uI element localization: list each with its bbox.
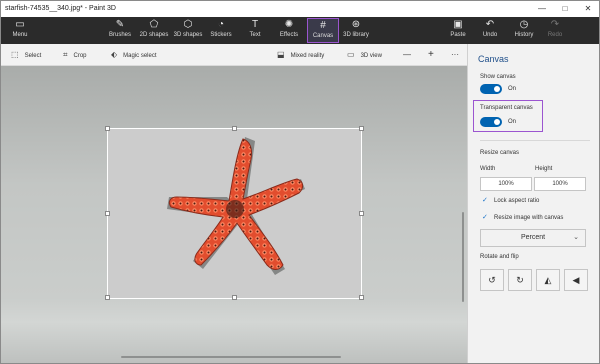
show-canvas-state: On [508, 86, 517, 92]
view3d-button[interactable]: ▭ 3D view [347, 48, 382, 62]
folder-icon: ▭ [15, 19, 25, 30]
resize-canvas-label: Resize canvas [480, 150, 520, 156]
horizontal-scrollbar[interactable] [121, 356, 341, 358]
undo-button[interactable]: ↶ Undo [479, 18, 501, 43]
resize-with-canvas-label: Resize image with canvas [494, 215, 564, 221]
transparent-canvas-toggle[interactable] [480, 117, 502, 127]
text-tab[interactable]: T Text [243, 18, 267, 43]
mixed-reality-icon: ⬓ [277, 50, 285, 59]
panel-title: Canvas [478, 54, 509, 64]
title-bar: starfish-74535__340.jpg* - Paint 3D — □ … [1, 1, 599, 17]
canvas-tab[interactable]: # Canvas [307, 18, 339, 43]
effects-tab[interactable]: ✺ Effects [276, 18, 302, 43]
transparent-canvas-label: Transparent canvas [480, 105, 533, 111]
close-button[interactable]: ✕ [577, 2, 599, 16]
brushes-tab[interactable]: ✎ Brushes [107, 18, 133, 43]
width-label: Width [480, 166, 496, 172]
transparent-canvas-state: On [508, 119, 517, 125]
brush-icon: ✎ [115, 19, 125, 30]
flip-horizontal-button[interactable]: ◀ [564, 269, 588, 291]
rotate-left-icon: ↺ [488, 275, 496, 285]
canvas-selection[interactable] [105, 126, 364, 300]
lock-aspect-checkbox[interactable]: ✓ [482, 196, 488, 204]
toggle-knob [494, 119, 500, 125]
lock-aspect-label: Lock aspect ratio [494, 198, 540, 204]
sticker-icon: ◔ [217, 19, 225, 30]
resize-handle-left[interactable] [105, 211, 110, 216]
sun-icon: ✺ [284, 19, 294, 30]
redo-button[interactable]: ↷ Redo [544, 18, 566, 43]
resize-handle-bottom-right[interactable] [359, 295, 364, 300]
crop-icon: ⌗ [63, 50, 68, 59]
resize-handle-top-right[interactable] [359, 126, 364, 131]
zoom-out-button[interactable]: — [403, 48, 411, 62]
flip-horizontal-icon: ◀ [572, 275, 580, 285]
cube-icon: ⬡ [183, 19, 193, 30]
undo-icon: ↶ [485, 19, 495, 30]
shapes3d-tab[interactable]: ⬡ 3D shapes [172, 18, 204, 43]
flip-vertical-button[interactable]: ◭ [536, 269, 560, 291]
maximize-button[interactable]: □ [554, 2, 576, 16]
starfish-graphic [167, 137, 305, 275]
toggle-knob [494, 86, 500, 92]
starfish-image [108, 129, 361, 298]
unit-dropdown[interactable]: Percent ⌄ [480, 229, 586, 247]
resize-handle-top-left[interactable] [105, 126, 110, 131]
mixed-reality-button[interactable]: ⬓ Mixed reality [277, 48, 324, 62]
clock-icon: ◷ [519, 19, 529, 30]
view3d-icon: ▭ [347, 50, 355, 59]
shapes2d-icon: ⬠ [149, 19, 159, 30]
cursor-icon: ⬚ [11, 50, 19, 59]
resize-handle-bottom[interactable] [232, 295, 237, 300]
paste-icon: ▣ [453, 19, 463, 30]
divider [480, 140, 590, 141]
show-canvas-label: Show canvas [480, 74, 516, 80]
chevron-down-icon: ⌄ [573, 234, 579, 241]
select-tool[interactable]: ⬚ Select [11, 48, 41, 62]
paste-button[interactable]: ▣ Paste [447, 18, 469, 43]
height-label: Height [535, 166, 553, 172]
library3d-tab[interactable]: ⊛ 3D library [341, 18, 371, 43]
show-canvas-toggle[interactable] [480, 84, 502, 94]
magic-select-tool[interactable]: ⬖ Magic select [111, 48, 157, 62]
width-field[interactable]: 100% [480, 177, 532, 191]
rotate-right-button[interactable]: ↻ [508, 269, 532, 291]
stickers-tab[interactable]: ◔ Stickers [207, 18, 235, 43]
redo-icon: ↷ [550, 19, 560, 30]
height-field[interactable]: 100% [534, 177, 586, 191]
menu-button[interactable]: ▭ Menu [7, 18, 33, 43]
resize-handle-right[interactable] [359, 211, 364, 216]
crop-tool[interactable]: ⌗ Crop [63, 48, 87, 62]
window-title: starfish-74535__340.jpg* - Paint 3D [5, 5, 116, 12]
rotate-right-icon: ↻ [516, 275, 524, 285]
canvas-icon: # [320, 20, 326, 31]
library-icon: ⊛ [351, 19, 361, 30]
canvas-side-panel: Canvas Show canvas On Transparent canvas… [467, 44, 599, 363]
resize-handle-bottom-left[interactable] [105, 295, 110, 300]
flip-vertical-icon: ◭ [544, 275, 552, 285]
vertical-scrollbar[interactable] [462, 212, 464, 302]
zoom-in-button[interactable]: + [428, 48, 434, 62]
history-button[interactable]: ◷ History [511, 18, 537, 43]
text-icon: T [251, 19, 259, 30]
minimize-button[interactable]: — [531, 2, 553, 16]
resize-with-canvas-checkbox[interactable]: ✓ [482, 213, 488, 221]
ribbon: ▭ Menu ✎ Brushes ⬠ 2D shapes ⬡ 3D shapes ◔ St… [1, 17, 599, 44]
rotate-left-button[interactable]: ↺ [480, 269, 504, 291]
resize-handle-top[interactable] [232, 126, 237, 131]
paint3d-window: starfish-74535__340.jpg* - Paint 3D — □ … [0, 0, 600, 364]
more-options-button[interactable]: ··· [451, 48, 459, 62]
rotate-flip-label: Rotate and flip [480, 254, 519, 260]
magic-select-icon: ⬖ [111, 50, 118, 59]
shapes2d-tab[interactable]: ⬠ 2D shapes [138, 18, 170, 43]
canvas-workspace[interactable] [1, 66, 467, 363]
